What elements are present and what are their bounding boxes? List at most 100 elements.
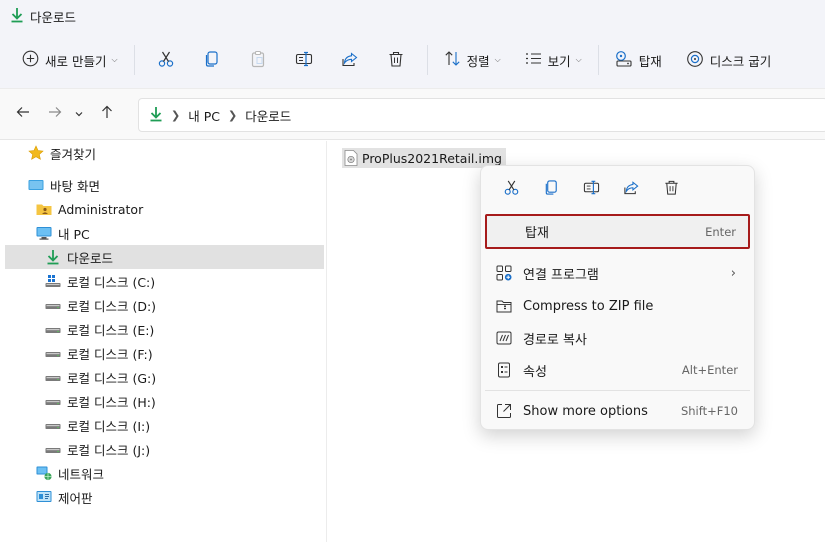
rename-button[interactable] — [288, 42, 320, 78]
delete-button[interactable] — [380, 42, 412, 78]
sidebar-item-this-pc[interactable]: 내 PC — [36, 221, 90, 245]
drive-icon — [45, 369, 61, 385]
drive-icon — [45, 441, 61, 457]
rename-icon — [295, 50, 313, 71]
menu-item-label: Show more options — [523, 403, 648, 419]
sidebar-item-drive-f[interactable]: 로컬 디스크 (F:) — [45, 341, 153, 365]
menu-item-open-with[interactable]: 연결 프로그램 › — [485, 257, 750, 289]
delete-button[interactable] — [651, 173, 691, 205]
trash-icon — [387, 50, 405, 71]
share-icon — [623, 179, 640, 199]
menu-item-label: 연결 프로그램 — [523, 267, 599, 283]
sidebar-item-desktop[interactable]: 바탕 화면 — [28, 173, 100, 197]
sidebar-item-label: 로컬 디스크 (J:) — [67, 442, 151, 458]
user-folder-icon — [36, 201, 52, 217]
share-button[interactable] — [611, 173, 651, 205]
sidebar-item-label: 로컬 디스크 (D:) — [67, 298, 157, 314]
menu-item-copy-as-path[interactable]: 경로로 복사 — [485, 322, 750, 354]
menu-item-label: 탑재 — [525, 226, 549, 241]
download-icon — [45, 249, 61, 265]
copy-icon — [543, 179, 560, 199]
sidebar-item-label: 로컬 디스크 (I:) — [67, 418, 151, 434]
context-menu-quick-actions — [481, 166, 754, 212]
menu-item-compress-zip[interactable]: Compress to ZIP file — [485, 290, 750, 322]
arrow-left-icon — [16, 105, 30, 123]
properties-icon — [495, 361, 513, 379]
sidebar-item-administrator[interactable]: Administrator — [36, 197, 143, 221]
network-icon — [36, 465, 52, 481]
sort-button[interactable]: 정렬 ⌵ — [436, 42, 509, 78]
menu-item-mount[interactable]: 탑재 Enter — [485, 214, 750, 249]
copy-path-icon — [495, 329, 513, 347]
command-bar: 새로 만들기 ⌵ 정렬 ⌵ 보기 ⌵ 탑재 디스크 굽기 — [0, 32, 825, 88]
breadcrumb-this-pc[interactable]: 내 PC — [188, 106, 220, 125]
sidebar-item-drive-j[interactable]: 로컬 디스크 (J:) — [45, 437, 150, 461]
sidebar-item-drive-g[interactable]: 로컬 디스크 (G:) — [45, 365, 156, 389]
sort-label: 정렬 — [466, 53, 490, 69]
address-bar[interactable]: ❯ 내 PC ❯ 다운로드 — [138, 98, 825, 132]
computer-icon — [36, 225, 52, 241]
burn-label: 디스크 굽기 — [709, 53, 772, 69]
sidebar-item-label: 네트워크 — [58, 466, 105, 482]
sidebar-item-label: 즐겨찾기 — [50, 146, 97, 162]
new-button[interactable]: 새로 만들기 ⌵ — [14, 42, 126, 78]
share-icon — [341, 50, 359, 71]
sidebar-item-drive-h[interactable]: 로컬 디스크 (H:) — [45, 389, 156, 413]
share-button[interactable] — [334, 42, 366, 78]
file-name: ProPlus2021Retail.img — [362, 150, 502, 166]
menu-divider — [485, 390, 750, 391]
sidebar-item-quick-access[interactable]: 즐겨찾기 — [28, 141, 96, 165]
drive-icon — [45, 297, 61, 313]
recent-locations-button[interactable] — [70, 98, 88, 130]
arrow-right-icon — [48, 105, 62, 123]
plus-circle-icon — [22, 50, 39, 70]
forward-button[interactable] — [40, 98, 70, 130]
chevron-down-icon: ⌵ — [111, 55, 118, 64]
sidebar-item-drive-d[interactable]: 로컬 디스크 (D:) — [45, 293, 156, 317]
toolbar-divider — [597, 45, 599, 75]
menu-item-shortcut: Enter — [705, 224, 736, 239]
sidebar-item-drive-c[interactable]: 로컬 디스크 (C:) — [45, 269, 155, 293]
up-button[interactable] — [92, 98, 122, 130]
sidebar-item-network[interactable]: 네트워크 — [36, 461, 104, 485]
sidebar-item-control-panel[interactable]: 제어판 — [36, 485, 93, 509]
menu-item-show-more-options[interactable]: Show more options Shift+F10 — [485, 395, 750, 427]
copy-button[interactable] — [196, 42, 228, 78]
back-button[interactable] — [8, 98, 38, 130]
sidebar-item-drive-i[interactable]: 로컬 디스크 (I:) — [45, 413, 150, 437]
chevron-down-icon — [74, 105, 84, 123]
disc-image-file-icon — [344, 150, 358, 166]
rename-button[interactable] — [571, 173, 611, 205]
copy-icon — [203, 50, 221, 71]
breadcrumb-downloads[interactable]: 다운로드 — [245, 106, 291, 125]
sidebar-item-downloads[interactable]: 다운로드 — [5, 245, 324, 269]
burn-disc-button[interactable]: 디스크 굽기 — [678, 42, 779, 78]
file-item[interactable]: ProPlus2021Retail.img — [342, 148, 506, 168]
breadcrumb-separator: ❯ — [227, 108, 238, 122]
menu-item-properties[interactable]: 속성 Alt+Enter — [485, 354, 750, 386]
navigation-row: ❯ 내 PC ❯ 다운로드 — [0, 88, 825, 140]
sidebar-item-label: 바탕 화면 — [50, 178, 100, 194]
view-button[interactable]: 보기 ⌵ — [517, 42, 590, 78]
mount-button[interactable]: 탑재 — [607, 42, 670, 78]
sidebar-item-drive-e[interactable]: 로컬 디스크 (E:) — [45, 317, 154, 341]
toolbar-divider — [133, 45, 135, 75]
zip-folder-icon — [495, 297, 513, 315]
sidebar-item-label: 내 PC — [58, 226, 90, 242]
sidebar-item-label: 로컬 디스크 (H:) — [67, 394, 156, 410]
paste-button[interactable] — [242, 42, 274, 78]
sidebar-item-label: 로컬 디스크 (C:) — [67, 274, 156, 290]
sidebar-item-label: 로컬 디스크 (E:) — [67, 322, 155, 338]
drive-icon — [45, 393, 61, 409]
chevron-down-icon: ⌵ — [575, 55, 582, 64]
list-view-icon — [525, 50, 542, 70]
context-menu: 탑재 Enter 연결 프로그램 › Compress to ZIP file … — [480, 165, 755, 430]
scissors-icon — [503, 179, 520, 199]
menu-item-label: 속성 — [523, 364, 547, 380]
cut-button[interactable] — [491, 173, 531, 205]
copy-button[interactable] — [531, 173, 571, 205]
sidebar-item-label: 로컬 디스크 (G:) — [67, 370, 157, 386]
new-button-label: 새로 만들기 — [45, 53, 107, 69]
cut-button[interactable] — [150, 42, 182, 78]
mount-label: 탑재 — [638, 53, 662, 69]
